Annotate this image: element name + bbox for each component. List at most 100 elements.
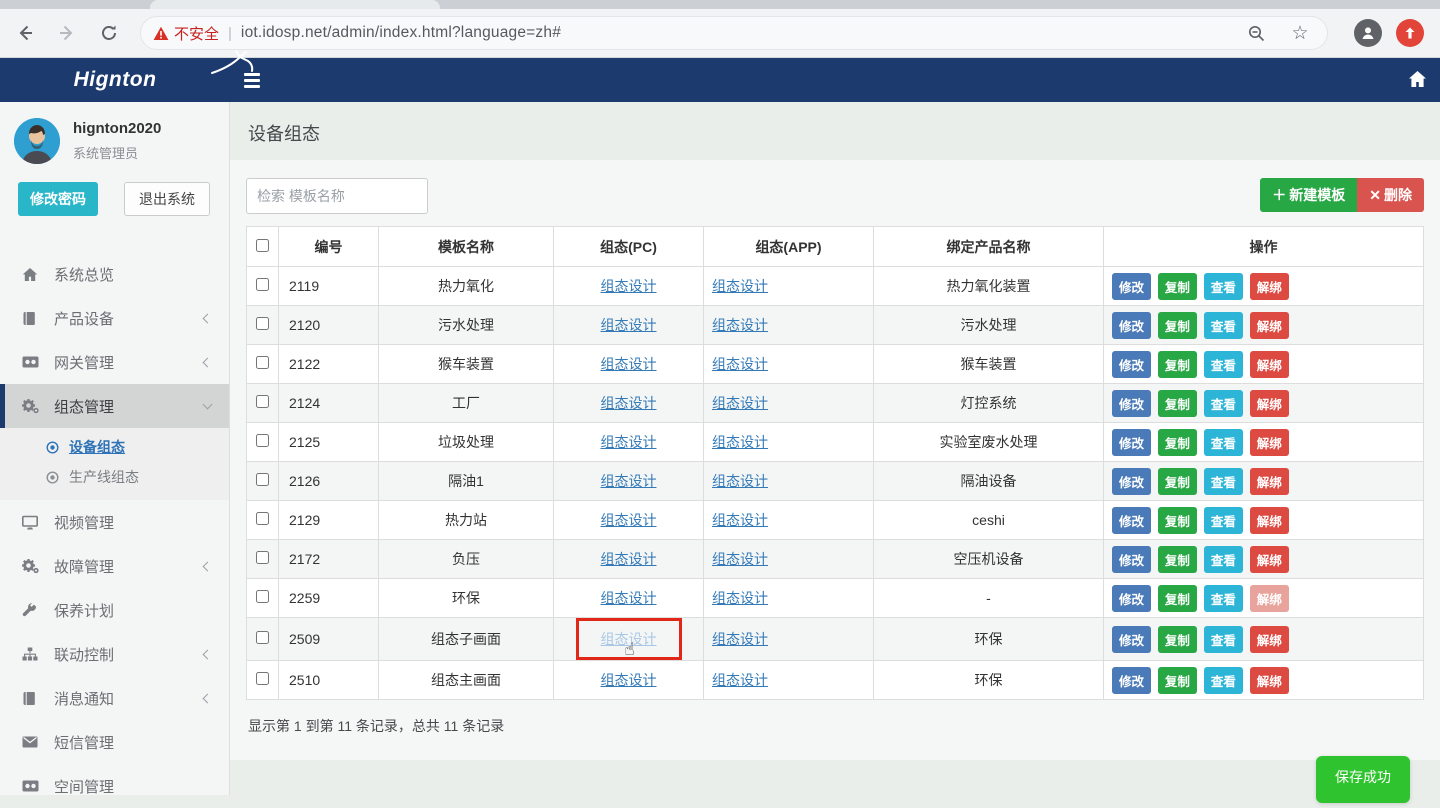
edit-button[interactable]: 修改: [1112, 667, 1151, 694]
pc-config-link[interactable]: 组态设计: [601, 551, 657, 567]
bookmark-star-icon[interactable]: ☆: [1285, 18, 1315, 48]
unbind-button[interactable]: 解绑: [1250, 273, 1289, 300]
copy-button[interactable]: 复制: [1158, 390, 1197, 417]
change-password-button[interactable]: 修改密码: [18, 182, 98, 216]
address-bar[interactable]: 不安全 | iot.idosp.net/admin/index.html?lan…: [140, 16, 1328, 50]
app-config-link[interactable]: 组态设计: [712, 278, 768, 294]
app-config-link[interactable]: 组态设计: [712, 395, 768, 411]
pc-config-link[interactable]: 组态设计: [601, 672, 657, 688]
unbind-button[interactable]: 解绑: [1250, 546, 1289, 573]
unbind-button[interactable]: 解绑: [1250, 390, 1289, 417]
url-text[interactable]: iot.idosp.net/admin/index.html?language=…: [241, 24, 561, 42]
copy-button[interactable]: 复制: [1158, 351, 1197, 378]
view-button[interactable]: 查看: [1204, 351, 1243, 378]
unbind-button[interactable]: 解绑: [1250, 667, 1289, 694]
app-config-link[interactable]: 组态设计: [712, 473, 768, 489]
pc-config-link[interactable]: 组态设计: [601, 473, 657, 489]
search-input[interactable]: [246, 178, 428, 214]
sidebar-item-4[interactable]: 视频管理: [0, 500, 229, 544]
zoom-out-icon[interactable]: [1241, 18, 1271, 48]
row-checkbox[interactable]: [256, 512, 269, 525]
app-config-link[interactable]: 组态设计: [712, 317, 768, 333]
row-checkbox[interactable]: [256, 631, 269, 644]
unbind-button[interactable]: 解绑: [1250, 468, 1289, 495]
edit-button[interactable]: 修改: [1112, 546, 1151, 573]
view-button[interactable]: 查看: [1204, 507, 1243, 534]
row-checkbox[interactable]: [256, 434, 269, 447]
edit-button[interactable]: 修改: [1112, 390, 1151, 417]
view-button[interactable]: 查看: [1204, 667, 1243, 694]
back-icon[interactable]: [8, 16, 42, 50]
pc-config-link[interactable]: 组态设计: [601, 317, 657, 333]
navbar-home-icon[interactable]: [1408, 70, 1427, 93]
forward-icon[interactable]: [50, 16, 84, 50]
view-button[interactable]: 查看: [1204, 429, 1243, 456]
sidebar-toggle-icon[interactable]: [244, 70, 262, 90]
pc-config-link[interactable]: 组态设计: [601, 512, 657, 528]
sidebar-item-6[interactable]: 保养计划: [0, 588, 229, 632]
view-button[interactable]: 查看: [1204, 468, 1243, 495]
copy-button[interactable]: 复制: [1158, 667, 1197, 694]
sidebar-item-8[interactable]: 消息通知: [0, 676, 229, 720]
app-config-link[interactable]: 组态设计: [712, 631, 768, 647]
row-checkbox[interactable]: [256, 551, 269, 564]
view-button[interactable]: 查看: [1204, 390, 1243, 417]
row-checkbox[interactable]: [256, 473, 269, 486]
sidebar-item-9[interactable]: 短信管理: [0, 720, 229, 764]
sidebar-subitem-3-0[interactable]: 设备组态: [0, 432, 229, 462]
avatar[interactable]: [14, 118, 60, 164]
unbind-button[interactable]: 解绑: [1250, 626, 1289, 653]
row-checkbox[interactable]: [256, 672, 269, 685]
app-config-link[interactable]: 组态设计: [712, 512, 768, 528]
pc-config-link[interactable]: 组态设计: [601, 278, 657, 294]
browser-profile-icon[interactable]: [1354, 19, 1382, 47]
sidebar-subitem-3-1[interactable]: 生产线组态: [0, 462, 229, 492]
unbind-button[interactable]: 解绑: [1250, 351, 1289, 378]
copy-button[interactable]: 复制: [1158, 468, 1197, 495]
unbind-button[interactable]: 解绑: [1250, 429, 1289, 456]
logout-button[interactable]: 退出系统: [124, 182, 210, 216]
edit-button[interactable]: 修改: [1112, 429, 1151, 456]
app-config-link[interactable]: 组态设计: [712, 551, 768, 567]
edit-button[interactable]: 修改: [1112, 312, 1151, 339]
view-button[interactable]: 查看: [1204, 546, 1243, 573]
edit-button[interactable]: 修改: [1112, 626, 1151, 653]
row-checkbox[interactable]: [256, 356, 269, 369]
row-checkbox[interactable]: [256, 590, 269, 603]
view-button[interactable]: 查看: [1204, 273, 1243, 300]
edit-button[interactable]: 修改: [1112, 273, 1151, 300]
sidebar-item-10[interactable]: 空间管理: [0, 764, 229, 808]
unbind-button[interactable]: 解绑: [1250, 507, 1289, 534]
app-config-link[interactable]: 组态设计: [712, 672, 768, 688]
new-template-button[interactable]: ＋新建模板: [1260, 178, 1357, 212]
sidebar-item-3[interactable]: 组态管理: [0, 384, 229, 428]
row-checkbox[interactable]: [256, 278, 269, 291]
browser-active-tab[interactable]: [150, 0, 440, 9]
row-checkbox[interactable]: [256, 317, 269, 330]
app-config-link[interactable]: 组态设计: [712, 434, 768, 450]
pc-config-link[interactable]: 组态设计: [601, 590, 657, 606]
refresh-icon[interactable]: [92, 16, 126, 50]
edit-button[interactable]: 修改: [1112, 585, 1151, 612]
pc-config-link[interactable]: 组态设计: [601, 395, 657, 411]
app-config-link[interactable]: 组态设计: [712, 590, 768, 606]
copy-button[interactable]: 复制: [1158, 273, 1197, 300]
app-config-link[interactable]: 组态设计: [712, 356, 768, 372]
sidebar-item-5[interactable]: 故障管理: [0, 544, 229, 588]
sidebar-item-1[interactable]: 产品设备: [0, 296, 229, 340]
edit-button[interactable]: 修改: [1112, 468, 1151, 495]
view-button[interactable]: 查看: [1204, 585, 1243, 612]
unbind-button[interactable]: 解绑: [1250, 585, 1289, 612]
edit-button[interactable]: 修改: [1112, 507, 1151, 534]
sidebar-item-7[interactable]: 联动控制: [0, 632, 229, 676]
view-button[interactable]: 查看: [1204, 626, 1243, 653]
logo[interactable]: Hignton: [0, 58, 230, 102]
sidebar-item-0[interactable]: 系统总览: [0, 252, 229, 296]
select-all-checkbox[interactable]: [256, 239, 269, 252]
unbind-button[interactable]: 解绑: [1250, 312, 1289, 339]
pc-config-link[interactable]: 组态设计: [601, 356, 657, 372]
copy-button[interactable]: 复制: [1158, 626, 1197, 653]
row-checkbox[interactable]: [256, 395, 269, 408]
pc-config-link[interactable]: 组态设计: [601, 434, 657, 450]
copy-button[interactable]: 复制: [1158, 507, 1197, 534]
